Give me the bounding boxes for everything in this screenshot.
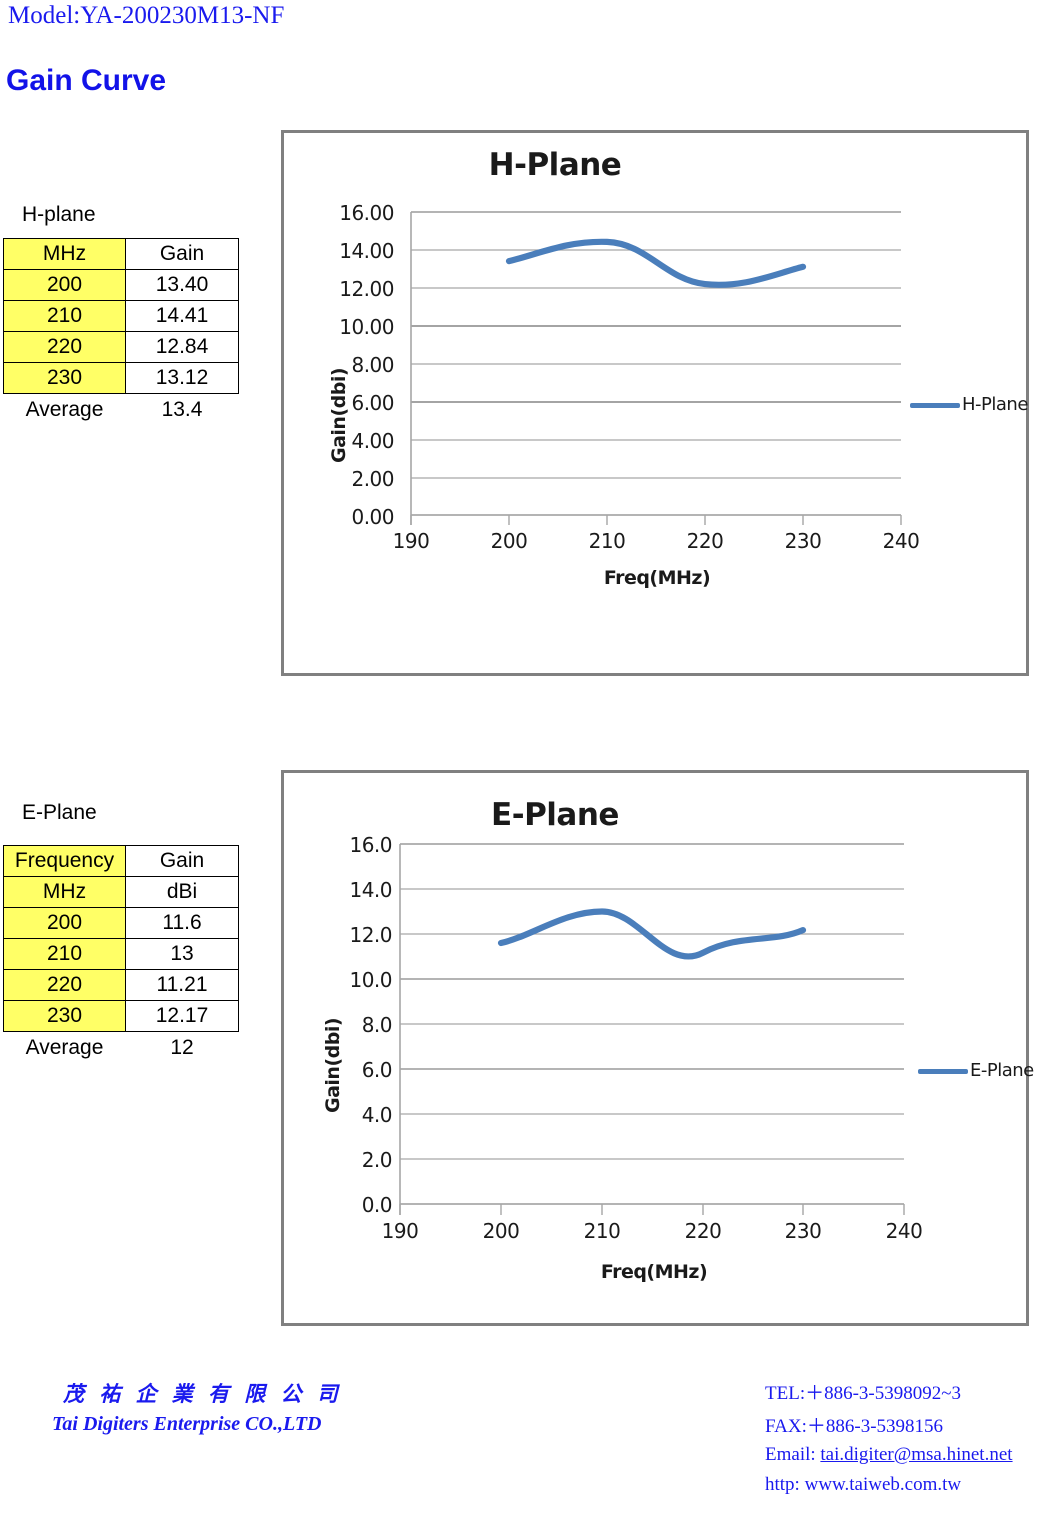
table-row: 220 12.84 [3,331,239,363]
h-plane-table: MHz Gain 200 13.40 210 14.41 220 12.84 2… [3,238,239,426]
h-xtick: 230 [784,529,822,553]
e-average-value: 12 [125,1031,239,1064]
e-xtick: 240 [885,1219,923,1243]
e-freq-cell: 210 [3,938,126,970]
email-label: Email: [765,1444,821,1465]
page-title: Gain Curve [6,64,167,97]
website-line: http: www.taiweb.com.tw [765,1474,961,1496]
e-plane-plot-svg [399,843,905,1215]
table-row: 230 13.12 [3,362,239,394]
h-average-value: 13.4 [125,393,239,426]
e-xtick: 200 [482,1219,520,1243]
e-xtick: 190 [381,1219,419,1243]
h-plane-legend-label: H-Plane [962,394,1028,415]
h-plane-caption: H-plane [22,203,96,226]
e-plane-chart: E-Plane Gain(dbi) 16.0 14.0 12.0 10.0 8.… [281,770,1034,1326]
http-label: http: [765,1474,805,1495]
h-freq-cell: 220 [3,331,126,363]
h-plane-chart-inner: H-Plane Gain(dbi) 16.00 14.00 12.00 10.0… [284,133,1028,673]
e-average-row: Average 12 [3,1031,239,1064]
table-row: 200 13.40 [3,269,239,301]
email-address[interactable]: tai.digiter@msa.hinet.net [820,1444,1012,1465]
h-xtick: 190 [392,529,430,553]
e-gain-cell: 12.17 [125,1000,239,1032]
h-plane-chart: H-Plane Gain(dbi) 16.00 14.00 12.00 10.0… [281,130,1029,676]
e-plane-x-axis-title: Freq(MHz) [600,1261,708,1283]
h-average-label: Average [3,393,126,426]
h-xtick: 210 [588,529,626,553]
table-row: 220 11.21 [3,969,239,1001]
e-unit-mhz: MHz [3,876,126,908]
table-header-row: MHz Gain [3,238,239,270]
e-col-header-gain: Gain [125,845,239,877]
e-freq-cell: 230 [3,1000,126,1032]
h-freq-cell: 230 [3,362,126,394]
fax: FAX:＋886-3-5398156 [765,1416,944,1437]
h-xtick: 240 [882,529,920,553]
company-name-english: Tai Digiters Enterprise CO.,LTD [52,1413,322,1435]
e-average-label: Average [3,1031,126,1064]
e-plane-legend-label: E-Plane [970,1060,1034,1081]
table-row: 200 11.6 [3,907,239,939]
e-plane-legend-swatch [918,1069,968,1074]
h-xtick: 200 [490,529,528,553]
e-xtick: 220 [684,1219,722,1243]
h-plane-legend-swatch [910,403,960,408]
h-gain-cell: 12.84 [125,331,239,363]
h-plane-data-line [505,238,807,288]
e-plane-chart-inner: E-Plane Gain(dbi) 16.0 14.0 12.0 10.0 8.… [284,773,1034,1323]
e-plane-caption: E-Plane [22,801,97,824]
e-col-header-frequency: Frequency [3,845,126,877]
e-gain-cell: 11.6 [125,907,239,939]
h-average-row: Average 13.4 [3,393,239,426]
table-row: 210 14.41 [3,300,239,332]
e-freq-cell: 200 [3,907,126,939]
model-number: Model:YA-200230M13-NF [8,2,285,29]
h-gain-cell: 13.12 [125,362,239,394]
h-xtick: 220 [686,529,724,553]
email-line: Email: tai.digiter@msa.hinet.net [765,1444,1013,1466]
company-name-chinese: 茂 祐 企 業 有 限 公 司 [63,1382,343,1406]
table-row: 210 13 [3,938,239,970]
h-gain-cell: 13.40 [125,269,239,301]
h-col-header-mhz: MHz [3,238,126,270]
table-units-row: MHz dBi [3,876,239,908]
telephone: TEL:＋886-3-5398092~3 [765,1383,962,1404]
e-gain-cell: 13 [125,938,239,970]
website-address[interactable]: www.taiweb.com.tw [805,1474,962,1495]
h-gain-cell: 14.41 [125,300,239,332]
e-xtick: 210 [583,1219,621,1243]
h-plane-x-axis-title: Freq(MHz) [603,567,711,589]
e-gain-cell: 11.21 [125,969,239,1001]
e-xtick: 230 [784,1219,822,1243]
table-row: 230 12.17 [3,1000,239,1032]
e-freq-cell: 220 [3,969,126,1001]
e-unit-dbi: dBi [125,876,239,908]
table-header-row: Frequency Gain [3,845,239,877]
h-freq-cell: 200 [3,269,126,301]
e-plane-table: Frequency Gain MHz dBi 200 11.6 210 13 2… [3,845,239,1064]
h-col-header-gain: Gain [125,238,239,270]
h-freq-cell: 210 [3,300,126,332]
